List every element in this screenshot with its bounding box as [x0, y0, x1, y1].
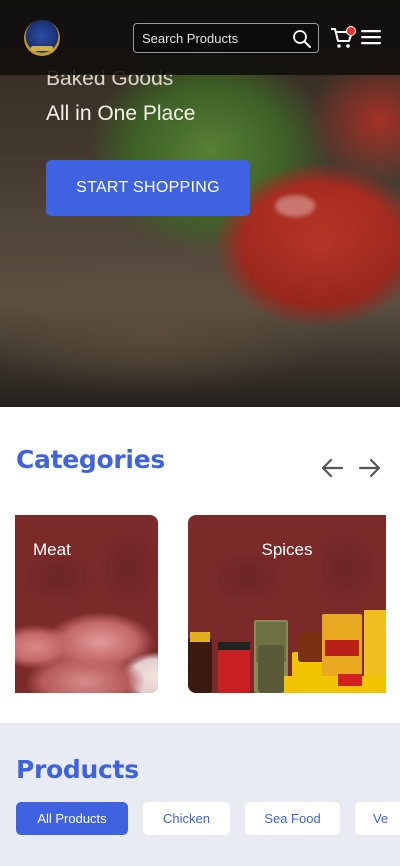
category-label: Meat: [33, 540, 71, 559]
products-section: Products All Products Chicken Sea Food V…: [0, 723, 400, 866]
cart-badge: [346, 26, 356, 36]
filter-chicken[interactable]: Chicken: [143, 802, 230, 835]
search-icon[interactable]: [292, 29, 312, 49]
arrow-left-icon[interactable]: [320, 457, 344, 479]
search-bar[interactable]: [133, 23, 319, 53]
categories-section: Categories Meat Spices: [0, 407, 400, 723]
hamburger-menu-icon[interactable]: [361, 28, 381, 46]
meat-image: [15, 607, 158, 693]
hero-headline-line2: All in One Place: [46, 102, 196, 125]
arrow-right-icon[interactable]: [358, 457, 382, 479]
hero-image-highlight: [275, 195, 315, 217]
category-card-spices[interactable]: Spices: [188, 515, 386, 693]
filter-sea-food[interactable]: Sea Food: [245, 802, 340, 835]
filter-vegetables[interactable]: Ve: [355, 802, 400, 835]
spices-image: [188, 610, 386, 693]
top-navbar: [0, 0, 400, 75]
search-input[interactable]: [134, 24, 284, 52]
filter-all-products[interactable]: All Products: [16, 802, 128, 835]
categories-title: Categories: [16, 445, 165, 474]
category-card-meat[interactable]: Meat: [15, 515, 158, 693]
category-label: Spices: [261, 540, 313, 559]
start-shopping-button[interactable]: START SHOPPING: [46, 160, 250, 216]
brand-logo[interactable]: [24, 20, 60, 56]
products-title: Products: [16, 755, 139, 784]
